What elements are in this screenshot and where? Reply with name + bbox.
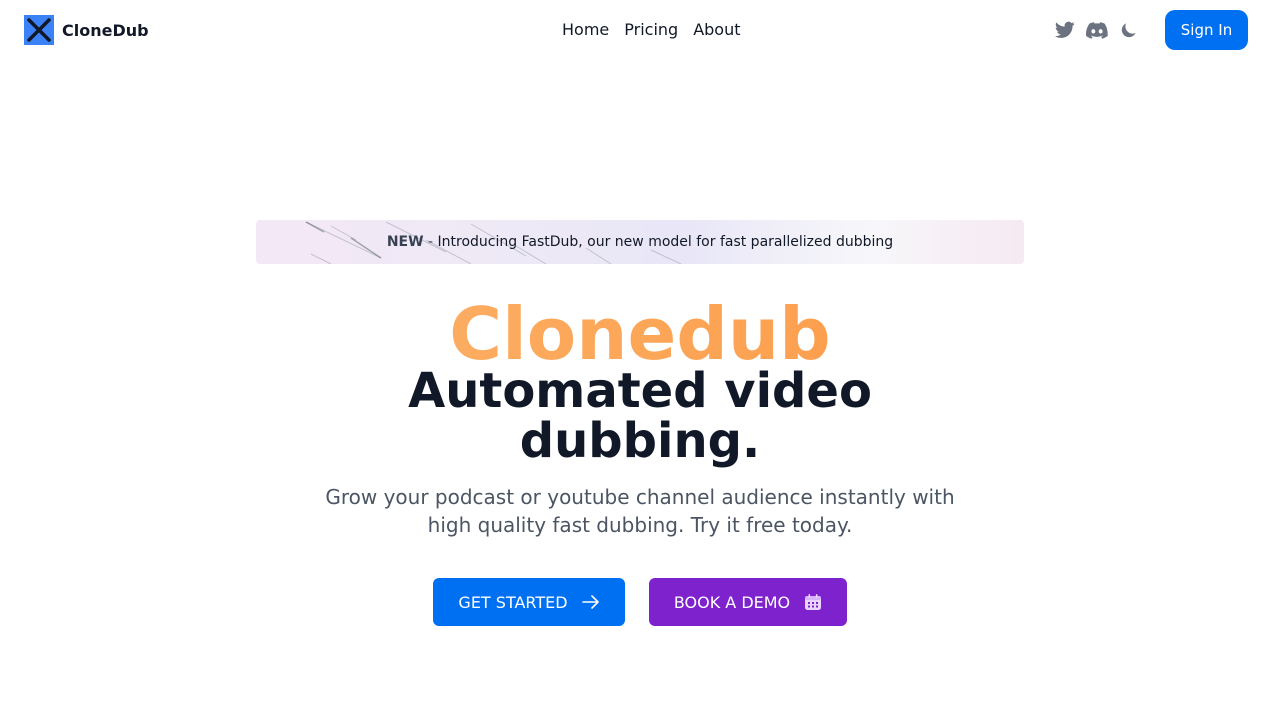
announcement-text: Introducing FastDub, our new model for f… <box>437 234 894 250</box>
twitter-icon[interactable] <box>1054 19 1076 41</box>
discord-icon[interactable] <box>1086 19 1108 41</box>
announcement-badge: NEW <box>386 234 424 250</box>
site-header: CloneDub Home Pricing About Sign In <box>0 0 1280 60</box>
announcement-banner[interactable]: NEW - Introducing FastDub, our new model… <box>256 220 1024 264</box>
headline-line-1: Automated video <box>408 363 872 419</box>
sign-in-button[interactable]: Sign In <box>1165 10 1248 50</box>
nav-pricing[interactable]: Pricing <box>624 20 678 40</box>
nav-about[interactable]: About <box>693 20 740 40</box>
main-nav: Home Pricing About <box>562 20 756 40</box>
social-icons <box>1054 19 1150 41</box>
logo-icon <box>24 15 54 45</box>
hero-subtext: Grow your podcast or youtube channel aud… <box>0 483 1280 539</box>
announcement-separator: - <box>423 234 438 250</box>
calendar-icon <box>804 593 822 611</box>
hero-headline: Automated video dubbing. <box>0 366 1280 466</box>
moon-icon[interactable] <box>1118 19 1140 41</box>
subtext-line-1: Grow your podcast or youtube channel aud… <box>325 485 955 509</box>
arrow-right-icon <box>581 595 600 609</box>
get-started-button[interactable]: GET STARTED <box>433 578 625 626</box>
brand-name: CloneDub <box>62 20 149 40</box>
nav-home[interactable]: Home <box>562 20 609 40</box>
headline-line-2: dubbing. <box>519 413 761 469</box>
brand-logo-link[interactable]: CloneDub <box>24 15 149 45</box>
subtext-line-2: high quality fast dubbing. Try it free t… <box>427 513 853 537</box>
book-demo-label: BOOK A DEMO <box>673 592 791 612</box>
hero-brand-title: Clonedub <box>0 294 1280 374</box>
book-demo-button[interactable]: BOOK A DEMO <box>649 578 847 626</box>
landing-page: CloneDub Home Pricing About Sign In NEW … <box>0 0 1280 720</box>
get-started-label: GET STARTED <box>458 592 568 612</box>
